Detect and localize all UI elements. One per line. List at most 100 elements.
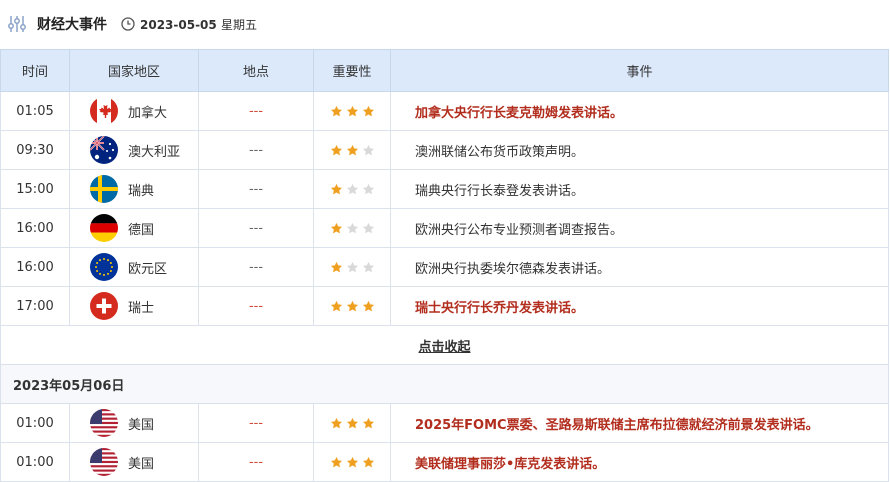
eu-flag-icon bbox=[90, 253, 118, 281]
country-name: 瑞典 bbox=[128, 183, 155, 199]
star-empty-icon bbox=[362, 222, 375, 235]
header-date: 2023-05-05 星期五 bbox=[140, 16, 257, 33]
importance-stars bbox=[314, 417, 390, 430]
importance-cell bbox=[313, 286, 391, 326]
sliders-icon bbox=[6, 13, 28, 35]
star-filled-icon bbox=[346, 144, 359, 157]
country-cell: 德国 bbox=[69, 208, 199, 248]
table-row: 01:00 美国 --- 2025年FOMC票委、圣路易斯联储主席布拉德就经济前景发表… bbox=[0, 403, 889, 443]
star-filled-icon bbox=[330, 183, 343, 196]
star-empty-icon bbox=[346, 261, 359, 274]
star-filled-icon bbox=[330, 417, 343, 430]
weekday-text: 星期五 bbox=[220, 17, 257, 32]
importance-cell bbox=[313, 247, 391, 287]
importance-cell bbox=[313, 169, 391, 209]
importance-stars bbox=[314, 105, 390, 118]
place-value: --- bbox=[248, 181, 264, 197]
table-row: 16:00 欧元区 --- 欧洲央行执委埃尔德森发表讲话。 bbox=[0, 247, 889, 287]
importance-stars bbox=[314, 183, 390, 196]
country-cell: 美国 bbox=[69, 403, 199, 443]
star-filled-icon bbox=[346, 105, 359, 118]
country-name: 瑞士 bbox=[128, 300, 155, 316]
canada-flag-icon bbox=[90, 97, 118, 125]
col-time: 时间 bbox=[0, 49, 70, 92]
event-cell: 澳洲联储公布货币政策声明。 bbox=[390, 130, 889, 170]
time-cell: 09:30 bbox=[0, 130, 70, 170]
place-cell: --- bbox=[198, 130, 314, 170]
col-place: 地点 bbox=[198, 49, 314, 92]
event-cell: 瑞典央行行长泰登发表讲话。 bbox=[390, 169, 889, 209]
star-filled-icon bbox=[330, 144, 343, 157]
table-row: 01:00 美国 --- 美联储理事丽莎•库克发表讲话。 bbox=[0, 442, 889, 482]
star-filled-icon bbox=[346, 300, 359, 313]
country-cell: 欧元区 bbox=[69, 247, 199, 287]
country-name: 欧元区 bbox=[128, 261, 168, 277]
place-value: --- bbox=[248, 103, 264, 119]
table-row: 15:00 瑞典 --- 瑞典央行行长泰登发表讲话。 bbox=[0, 169, 889, 209]
place-cell: --- bbox=[198, 169, 314, 209]
star-empty-icon bbox=[362, 183, 375, 196]
table-row: 17:00 瑞士 --- 瑞士央行行长乔丹发表讲话。 bbox=[0, 286, 889, 326]
importance-stars bbox=[314, 300, 390, 313]
table-row: 16:00 德国 --- 欧洲央行公布专业预测者调查报告。 bbox=[0, 208, 889, 248]
country-name: 加拿大 bbox=[128, 105, 168, 121]
event-cell: 加拿大央行行长麦克勒姆发表讲话。 bbox=[390, 91, 889, 131]
place-cell: --- bbox=[198, 247, 314, 287]
collapse-row: 点击收起 bbox=[0, 325, 889, 365]
star-filled-icon bbox=[362, 456, 375, 469]
switzerland-flag-icon bbox=[90, 292, 118, 320]
place-cell: --- bbox=[198, 208, 314, 248]
time-cell: 17:00 bbox=[0, 286, 70, 326]
star-filled-icon bbox=[330, 222, 343, 235]
page-header: 财经大事件 2023-05-05 星期五 bbox=[0, 0, 890, 48]
place-cell: --- bbox=[198, 442, 314, 482]
importance-cell bbox=[313, 130, 391, 170]
star-filled-icon bbox=[330, 261, 343, 274]
importance-cell bbox=[313, 403, 391, 443]
star-empty-icon bbox=[346, 183, 359, 196]
star-filled-icon bbox=[330, 300, 343, 313]
usa-flag-icon bbox=[90, 409, 118, 437]
time-cell: 01:05 bbox=[0, 91, 70, 131]
star-filled-icon bbox=[362, 300, 375, 313]
importance-stars bbox=[314, 144, 390, 157]
place-value: --- bbox=[248, 454, 264, 470]
time-cell: 01:00 bbox=[0, 442, 70, 482]
clock-icon bbox=[121, 17, 135, 31]
place-value: --- bbox=[248, 298, 264, 314]
place-value: --- bbox=[248, 259, 264, 275]
place-value: --- bbox=[248, 142, 264, 158]
table-row: 01:05 加拿大 --- 加拿大央行行长麦克勒姆发表讲话。 bbox=[0, 91, 889, 131]
date-group-label: 2023年05月06日 bbox=[0, 364, 889, 404]
country-name: 德国 bbox=[128, 222, 155, 238]
importance-cell bbox=[313, 442, 391, 482]
australia-flag-icon bbox=[90, 136, 118, 164]
place-cell: --- bbox=[198, 286, 314, 326]
importance-stars bbox=[314, 261, 390, 274]
importance-stars bbox=[314, 222, 390, 235]
place-value: --- bbox=[248, 220, 264, 236]
table-row: 09:30 澳大利亚 --- 澳洲联储公布货币政策声明。 bbox=[0, 130, 889, 170]
page-title: 财经大事件 bbox=[37, 17, 107, 33]
col-importance: 重要性 bbox=[313, 49, 391, 92]
usa-flag-icon bbox=[90, 448, 118, 476]
place-value: --- bbox=[248, 415, 264, 431]
place-cell: --- bbox=[198, 91, 314, 131]
star-empty-icon bbox=[346, 222, 359, 235]
time-cell: 15:00 bbox=[0, 169, 70, 209]
star-filled-icon bbox=[362, 417, 375, 430]
col-event: 事件 bbox=[390, 49, 889, 92]
star-filled-icon bbox=[346, 417, 359, 430]
collapse-link[interactable]: 点击收起 bbox=[418, 340, 470, 355]
star-filled-icon bbox=[362, 105, 375, 118]
event-cell: 欧洲央行公布专业预测者调查报告。 bbox=[390, 208, 889, 248]
country-name: 美国 bbox=[128, 456, 155, 472]
star-empty-icon bbox=[362, 261, 375, 274]
germany-flag-icon bbox=[90, 214, 118, 242]
event-cell: 瑞士央行行长乔丹发表讲话。 bbox=[390, 286, 889, 326]
time-cell: 16:00 bbox=[0, 247, 70, 287]
country-name: 澳大利亚 bbox=[128, 144, 181, 160]
date-text: 2023-05-05 bbox=[140, 17, 217, 32]
star-filled-icon bbox=[346, 456, 359, 469]
country-cell: 瑞士 bbox=[69, 286, 199, 326]
